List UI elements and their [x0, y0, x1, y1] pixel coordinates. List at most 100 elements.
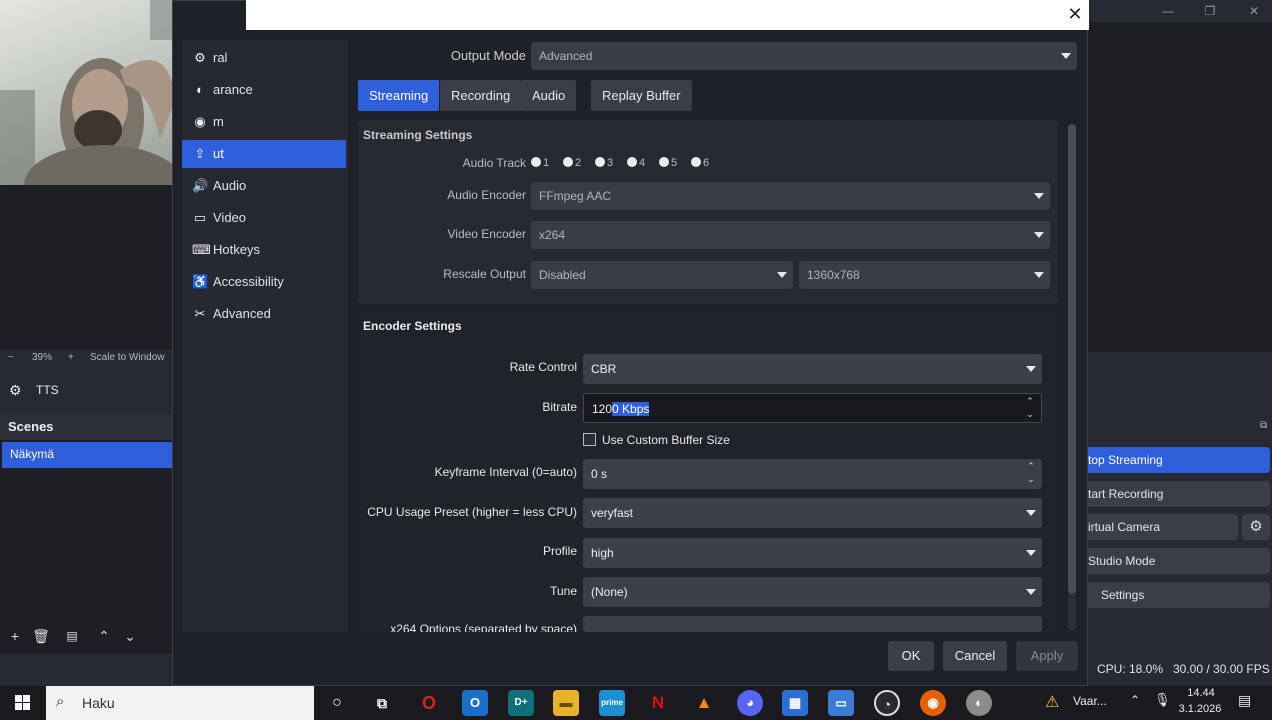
sidebar-item-video[interactable]: ▭ Video [182, 204, 346, 232]
audio-encoder-select[interactable]: FFmpeg AAC [531, 182, 1050, 210]
tab-recording[interactable]: Recording [440, 80, 522, 111]
gear-icon: ⚙ [9, 382, 22, 398]
source-item[interactable]: ⚙ TTS [0, 376, 172, 404]
sidebar-item-general[interactable]: ⚙ ral [182, 44, 346, 72]
start-recording-button[interactable]: tart Recording [1088, 481, 1270, 507]
output-mode-select[interactable]: Advanced [531, 42, 1077, 70]
audio-track-5[interactable]: 5 [659, 157, 677, 169]
cpu-preset-select[interactable]: veryfast [583, 498, 1042, 528]
virtual-camera-button[interactable]: irtual Camera [1088, 514, 1238, 540]
audio-track-4[interactable]: 4 [627, 157, 645, 169]
sidebar-item-label: Advanced [213, 306, 271, 321]
track-number: 6 [703, 157, 710, 169]
ok-button[interactable]: OK [888, 641, 934, 671]
scene-item[interactable]: Näkymä [2, 442, 172, 468]
custom-buffer-checkbox[interactable]: Use Custom Buffer Size [583, 433, 730, 447]
zoom-in-button[interactable]: + [68, 352, 74, 363]
keyboard-icon: ⌨ [192, 242, 211, 257]
settings-button[interactable]: Settings [1088, 582, 1270, 608]
cancel-button[interactable]: Cancel [943, 641, 1007, 671]
tab-audio[interactable]: Audio [521, 80, 577, 111]
microphone-icon[interactable]: 🎙 [1154, 692, 1171, 708]
studio-mode-button[interactable]: Studio Mode [1088, 548, 1270, 574]
move-up-icon[interactable]: ⌃ [94, 626, 114, 646]
spin-down-icon[interactable]: ⌄ [1024, 473, 1038, 486]
audio-track-2[interactable]: 2 [563, 157, 581, 169]
stop-streaming-button[interactable]: top Streaming [1088, 447, 1270, 473]
tab-streaming[interactable]: Streaming [358, 80, 440, 111]
tab-replay-buffer[interactable]: Replay Buffer [591, 80, 692, 111]
sidebar-item-hotkeys[interactable]: ⌨ Hotkeys [182, 236, 346, 264]
audio-track-6[interactable]: 6 [691, 157, 709, 169]
zoom-out-button[interactable]: − [8, 352, 14, 363]
outlook-icon[interactable]: O [462, 690, 488, 716]
profile-select[interactable]: high [583, 538, 1042, 568]
netflix-icon[interactable]: N [645, 690, 671, 716]
clock-date[interactable]: 3.1.2026 [1177, 703, 1223, 715]
undock-icon[interactable]: ⧉ [1260, 420, 1267, 431]
firefox-icon[interactable]: ◉ [920, 690, 946, 716]
tray-notification-text[interactable]: Vaar... [1073, 694, 1107, 708]
add-icon[interactable]: + [5, 626, 25, 646]
sidebar-item-label: ut [213, 146, 224, 161]
opera-icon[interactable]: O [416, 690, 442, 716]
chevron-up-icon[interactable]: ⌃ [1130, 693, 1140, 707]
spin-up-icon[interactable]: ⌃ [1024, 460, 1038, 473]
app-icon[interactable]: ◐ [966, 690, 992, 716]
bitrate-label: Bitrate [542, 400, 577, 414]
bitrate-input[interactable]: 1200 Kbps ⌃ ⌄ [583, 393, 1042, 423]
video-encoder-select[interactable]: x264 [531, 221, 1050, 249]
audio-icon: 🔊 [192, 178, 209, 193]
clock-time[interactable]: 14.44 [1181, 687, 1221, 699]
remote-desktop-icon[interactable]: ▭ [828, 690, 854, 716]
warning-icon[interactable]: ⚠ [1045, 692, 1059, 712]
close-icon[interactable]: ✕ [1064, 3, 1086, 25]
gear-icon[interactable]: ⚙ [1242, 514, 1270, 540]
general-icon: ⚙ [194, 50, 206, 65]
tune-select[interactable]: (None) [583, 577, 1042, 607]
x264-options-input[interactable] [583, 616, 1042, 632]
keyframe-interval-input[interactable]: 0 s ⌃ ⌄ [583, 459, 1042, 489]
rescale-output-value: Disabled [539, 268, 586, 282]
bitrate-value-prefix: 120 [592, 402, 613, 416]
move-down-icon[interactable]: ⌄ [120, 626, 140, 646]
sidebar-item-appearance[interactable]: ◐ arance [182, 76, 346, 104]
dialog-titlebar [246, 0, 1089, 30]
sidebar-item-advanced[interactable]: ✂ Advanced [182, 300, 346, 328]
disney-plus-icon[interactable]: D+ [508, 690, 534, 716]
discord-icon[interactable]: ◕ [737, 690, 763, 716]
maximize-icon[interactable]: ❐ [1198, 2, 1222, 20]
cortana-icon[interactable]: ○ [324, 690, 350, 716]
file-explorer-icon[interactable]: ▬ [553, 690, 579, 716]
rate-control-select[interactable]: CBR [583, 354, 1042, 384]
rescale-resolution-select[interactable]: 1360x768 [799, 261, 1050, 289]
apply-button[interactable]: Apply [1016, 641, 1078, 671]
sidebar-item-stream[interactable]: ◉ m [182, 108, 346, 136]
scale-to-window[interactable]: Scale to Window [90, 352, 164, 363]
taskbar-search[interactable]: Haku [46, 686, 314, 720]
notification-icon[interactable]: ▤ [1238, 692, 1251, 709]
fps-readout: 30.00 / 30.00 FPS [1173, 662, 1270, 676]
sidebar-item-audio[interactable]: 🔊 Audio [182, 172, 346, 200]
obs-icon[interactable]: ◔ [874, 690, 900, 716]
chevron-down-icon [1026, 510, 1036, 516]
close-icon[interactable]: ✕ [1242, 2, 1266, 20]
audio-track-1[interactable]: 1 [531, 157, 549, 169]
sidebar-item-output[interactable]: ⇪ ut [182, 140, 346, 168]
task-view-icon[interactable]: ⧉ [369, 690, 395, 716]
filter-icon[interactable]: ▤ [62, 626, 82, 646]
chevron-down-icon [1026, 550, 1036, 556]
spin-down-icon[interactable]: ⌄ [1023, 408, 1037, 421]
video-encoder-value: x264 [539, 228, 566, 242]
rescale-output-select[interactable]: Disabled [531, 261, 793, 289]
prime-video-icon[interactable]: prime [599, 690, 625, 716]
store-icon[interactable]: ▦ [782, 690, 808, 716]
trash-icon[interactable]: 🗑 [31, 626, 51, 646]
minimize-icon[interactable]: — [1156, 2, 1180, 20]
windows-start-icon[interactable] [8, 692, 38, 714]
audio-track-3[interactable]: 3 [595, 157, 613, 169]
sidebar-item-accessibility[interactable]: ♿ Accessibility [182, 268, 346, 296]
scrollbar-thumb[interactable] [1068, 124, 1076, 594]
spin-up-icon[interactable]: ⌃ [1023, 395, 1037, 408]
vlc-icon[interactable]: ▲ [691, 690, 717, 716]
